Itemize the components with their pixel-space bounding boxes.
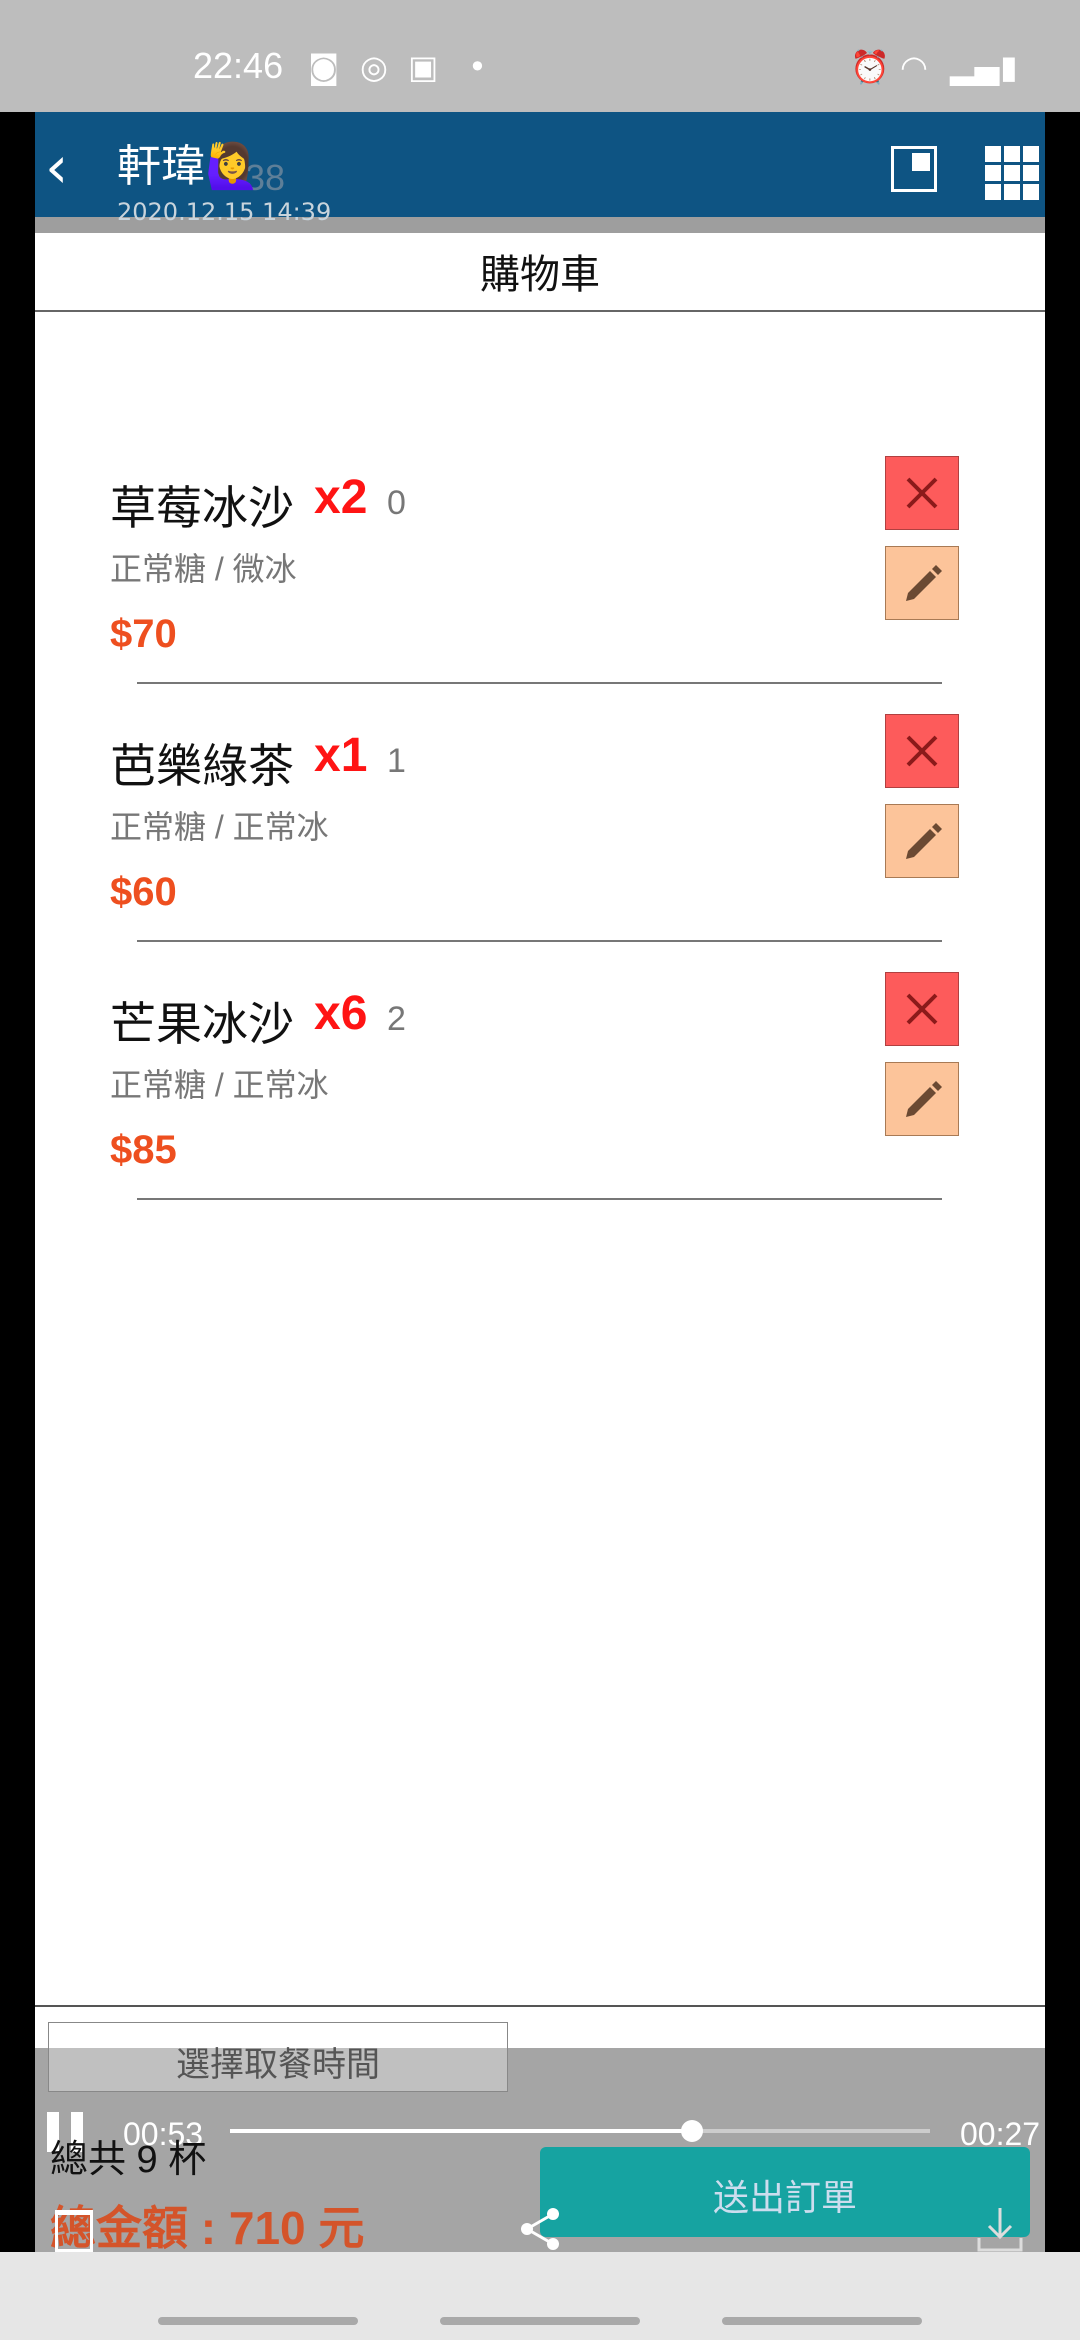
system-nav-bar [0, 2252, 1080, 2340]
item-options: 正常糖 / 正常冰 [110, 1067, 329, 1103]
submit-order-label: 送出訂單 [712, 2177, 857, 2218]
pick-time-label: 選擇取餐時間 [176, 2046, 380, 2084]
cart-item: 芒果冰沙 x6 2 正常糖 / 正常冰 $85 [35, 972, 1045, 1246]
edit-item-button[interactable] [885, 1062, 959, 1136]
nav-home-button[interactable] [440, 2317, 640, 2325]
item-options: 正常糖 / 正常冰 [110, 809, 329, 845]
status-time: 22:46 [193, 45, 284, 86]
close-icon [906, 477, 938, 509]
delete-item-button[interactable] [885, 456, 959, 530]
left-border [0, 112, 35, 2252]
camera-icon: ◙ [308, 48, 340, 86]
seek-bar[interactable] [230, 2120, 930, 2142]
cart-item: 草莓冰沙 x2 0 正常糖 / 微冰 $70 [35, 456, 1045, 730]
item-index: 0 [387, 484, 406, 522]
back-chevron-icon[interactable]: ‹ [45, 138, 68, 196]
pick-time-button[interactable]: 選擇取餐時間 [48, 2022, 508, 2092]
item-price: $85 [110, 1128, 177, 1172]
item-quantity: x6 [314, 987, 368, 1040]
item-quantity: x2 [314, 471, 368, 524]
battery-icon: ▮ [1000, 48, 1018, 86]
pencil-icon [906, 823, 942, 859]
alarm-icon: ⏰ [850, 48, 890, 86]
edit-item-button[interactable] [885, 546, 959, 620]
share-icon[interactable] [515, 2204, 565, 2252]
seek-bar-fill [230, 2129, 692, 2133]
title-divider [35, 310, 1045, 312]
list-bottom-divider [35, 2005, 1045, 2007]
item-price: $70 [110, 612, 177, 656]
close-icon [906, 993, 938, 1025]
pencil-icon [906, 565, 942, 601]
item-options: 正常糖 / 微冰 [110, 551, 297, 587]
item-index: 2 [387, 1000, 406, 1038]
instagram-icon: ◎ [360, 48, 388, 86]
item-divider [137, 682, 942, 684]
item-index: 1 [387, 742, 406, 780]
download-icon[interactable] [975, 2204, 1025, 2252]
signal-icon: ▂▄ [950, 48, 1000, 86]
delete-item-button[interactable] [885, 972, 959, 1046]
nav-recents-button[interactable] [158, 2317, 358, 2325]
picture-in-picture-icon[interactable] [891, 146, 937, 192]
status-bar: 22:46 ◙ ◎ ▣ • ⏰ ◠ ▂▄ ▮ [0, 0, 1080, 112]
item-quantity: x1 [314, 729, 368, 782]
seek-knob[interactable] [681, 2120, 703, 2142]
dot-icon: • [468, 48, 487, 86]
wifi-icon: ◠ [900, 48, 928, 86]
pencil-icon [906, 1081, 942, 1117]
delete-item-button[interactable] [885, 714, 959, 788]
total-cups: 總共 9 杯 [50, 2139, 207, 2181]
close-icon [906, 735, 938, 767]
video-frame: ‹ 1:38 軒瑋🙋‍♀️ 2020.12.15 14:39 購物車 草莓冰沙 … [35, 112, 1045, 2252]
total-amount: 總金額 : 710 元 [50, 2202, 365, 2252]
cart-item: 芭樂綠茶 x1 1 正常糖 / 正常冰 $60 [35, 714, 1045, 988]
right-border [1045, 112, 1080, 2252]
message-date: 2020.12.15 14:39 [117, 198, 332, 226]
webtoon-icon: ▣ [408, 48, 439, 86]
edit-item-button[interactable] [885, 804, 959, 878]
item-price: $60 [110, 870, 177, 914]
item-divider [137, 940, 942, 942]
sender-name: 軒瑋🙋‍♀️ [117, 142, 260, 191]
nav-back-button[interactable] [722, 2317, 922, 2325]
item-name: 草莓冰沙 [110, 482, 294, 534]
grid-icon[interactable] [985, 146, 1039, 200]
trash-icon[interactable] [55, 2210, 93, 2252]
submit-order-button[interactable]: 送出訂單 [540, 2147, 1030, 2237]
item-divider [137, 1198, 942, 1200]
item-name: 芒果冰沙 [110, 998, 294, 1050]
page-title: 購物車 [480, 253, 600, 297]
item-name: 芭樂綠茶 [110, 740, 294, 792]
